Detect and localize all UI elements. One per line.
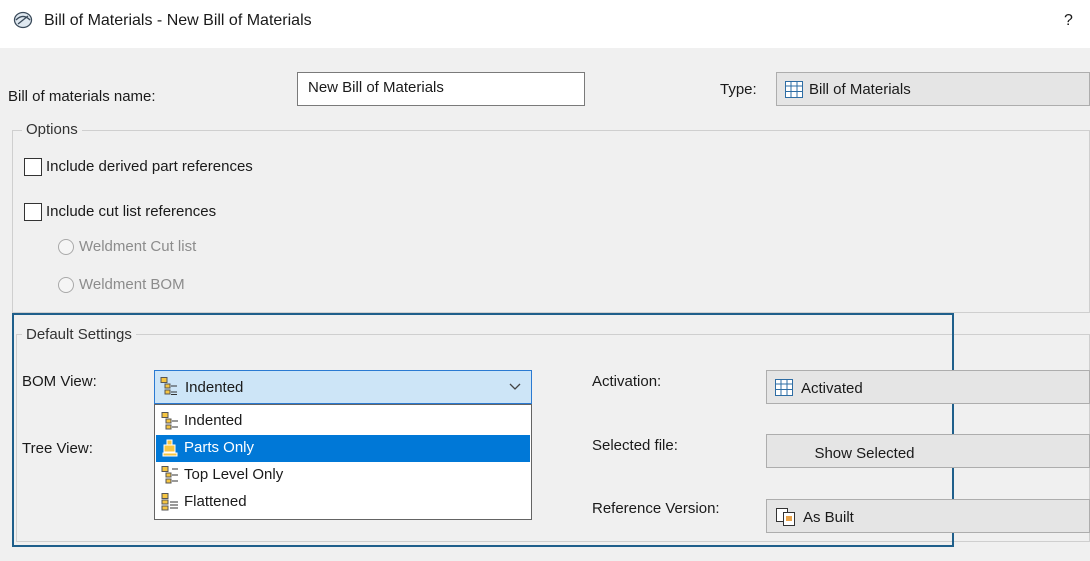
type-value: Bill of Materials bbox=[809, 81, 911, 98]
show-selected-label: Show Selected bbox=[814, 445, 915, 462]
cut-list-refs-label: Include cut list references bbox=[46, 203, 217, 220]
table-icon bbox=[785, 81, 803, 98]
bom-view-value: Indented bbox=[185, 379, 244, 396]
table-icon bbox=[775, 379, 793, 396]
bom-name-label: Bill of materials name: bbox=[8, 88, 156, 105]
ref-version-label: Reference Version: bbox=[592, 500, 720, 517]
derived-refs-checkbox[interactable] bbox=[24, 158, 42, 176]
weldment-bom-radio[interactable] bbox=[58, 277, 74, 293]
option-label: Flattened bbox=[184, 493, 247, 510]
indented-icon bbox=[161, 412, 179, 431]
ref-version-value: As Built bbox=[803, 509, 854, 526]
parts-only-icon bbox=[161, 439, 179, 458]
bom-view-option-top-level[interactable]: Top Level Only bbox=[156, 462, 530, 489]
show-selected-button[interactable]: Show Selected bbox=[766, 434, 1090, 468]
option-label: Parts Only bbox=[184, 439, 255, 456]
activation-label: Activation: bbox=[592, 373, 662, 390]
window-title: Bill of Materials - New Bill of Material… bbox=[44, 12, 312, 29]
activation-value: Activated bbox=[801, 380, 863, 397]
bom-view-option-indented[interactable]: Indented bbox=[156, 408, 530, 435]
chevron-down-icon bbox=[509, 383, 521, 391]
indented-icon bbox=[160, 377, 178, 397]
flattened-icon bbox=[161, 493, 179, 512]
help-button[interactable]: ? bbox=[1064, 12, 1073, 30]
type-combo[interactable]: Bill of Materials bbox=[776, 72, 1090, 106]
option-label: Top Level Only bbox=[184, 466, 284, 483]
cut-list-refs-checkbox[interactable] bbox=[24, 203, 42, 221]
bom-view-option-parts-only[interactable]: Parts Only bbox=[156, 435, 530, 462]
options-legend: Options bbox=[22, 121, 82, 138]
weldment-bom-label: Weldment BOM bbox=[79, 276, 185, 293]
type-label: Type: bbox=[720, 81, 757, 98]
bom-app-icon bbox=[13, 11, 33, 29]
bom-view-label: BOM View: bbox=[22, 373, 97, 390]
bom-view-option-flattened[interactable]: Flattened bbox=[156, 489, 530, 516]
top-level-icon bbox=[161, 466, 179, 485]
selected-file-label: Selected file: bbox=[592, 437, 678, 454]
default-settings-legend: Default Settings bbox=[22, 326, 136, 343]
tree-view-label: Tree View: bbox=[22, 440, 93, 457]
derived-refs-label: Include derived part references bbox=[46, 158, 253, 175]
document-copy-icon bbox=[776, 508, 796, 526]
bom-view-dropdown: Indented Parts Only Top Level Only Flatt… bbox=[154, 404, 532, 520]
bom-view-combo[interactable]: Indented bbox=[154, 370, 532, 404]
weldment-cut-list-radio[interactable] bbox=[58, 239, 74, 255]
activation-combo[interactable]: Activated bbox=[766, 370, 1090, 404]
bom-name-input[interactable]: New Bill of Materials bbox=[297, 72, 585, 106]
option-label: Indented bbox=[184, 412, 243, 429]
ref-version-combo[interactable]: As Built bbox=[766, 499, 1090, 533]
weldment-cut-list-label: Weldment Cut list bbox=[79, 238, 197, 255]
